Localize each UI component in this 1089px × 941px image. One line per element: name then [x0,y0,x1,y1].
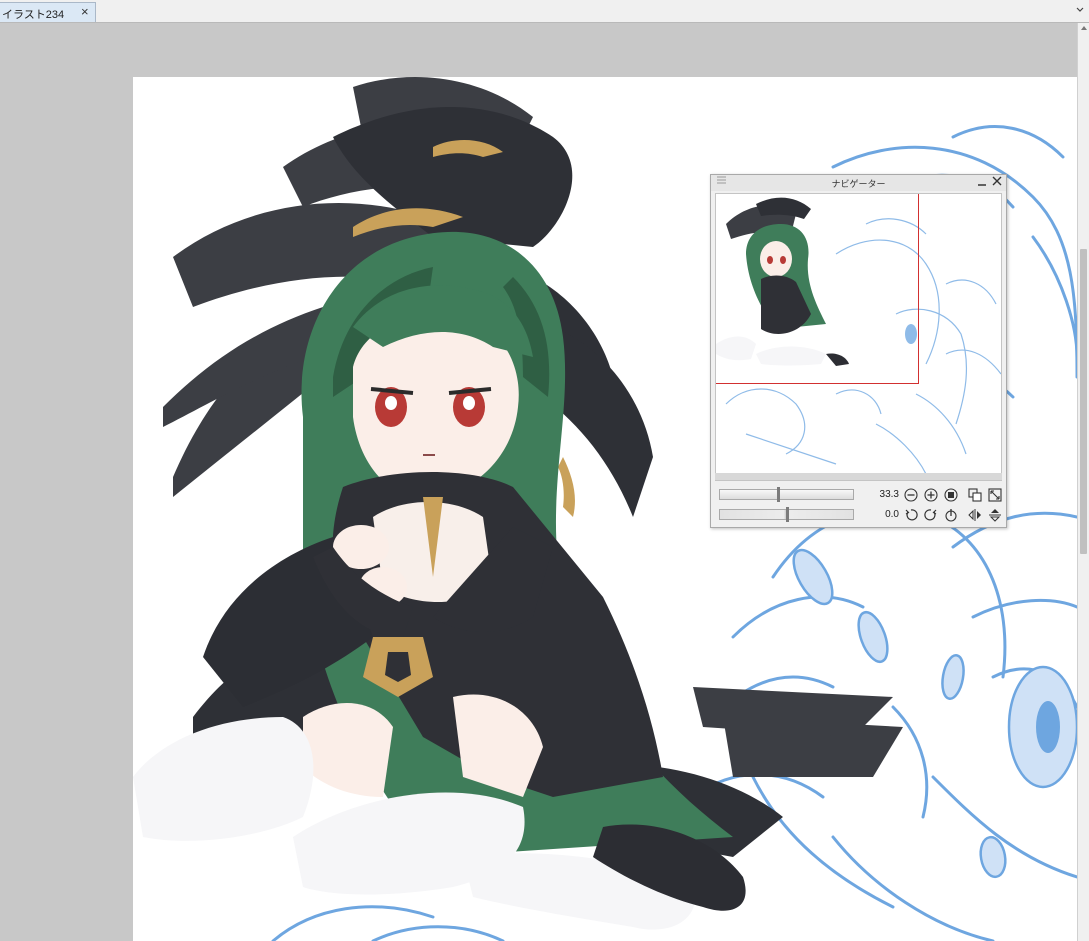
rotation-slider-handle[interactable] [786,507,789,522]
document-tab[interactable]: イラスト234 × [0,2,96,22]
zoom-value: 33.3 [879,489,899,500]
zoom-slider[interactable] [719,487,854,502]
zoom-out-icon[interactable] [903,487,918,502]
close-icon[interactable]: × [81,4,89,20]
document-tab-label: イラスト234 [2,9,65,21]
zoom-in-icon[interactable] [923,487,938,502]
rotate-left-icon[interactable] [903,507,918,522]
flip-horizontal-icon[interactable] [967,507,982,522]
navigator-titlebar[interactable]: ナビゲーター [711,175,1006,191]
chevron-down-icon[interactable] [1073,3,1087,19]
scroll-thumb[interactable] [1080,249,1087,554]
navigator-preview[interactable] [715,193,1002,481]
rotation-slider[interactable] [719,507,854,522]
navigator-title: ナビゲーター [831,179,886,189]
scroll-up-icon[interactable] [1079,25,1089,35]
stop-icon[interactable] [943,487,958,502]
reset-rotation-icon[interactable] [943,507,958,522]
expand-icon[interactable] [987,487,1002,502]
minimize-icon[interactable] [977,175,987,190]
flip-vertical-icon[interactable] [987,507,1002,522]
document-tab-bar: イラスト234 × [0,0,1089,23]
navigator-palette: ナビゲーター 33.3 0.0 [710,174,1007,528]
navigator-scrollbar[interactable] [715,473,1002,480]
view-area-frame[interactable] [716,194,919,384]
vertical-scrollbar[interactable] [1077,23,1089,941]
rotation-value: 0.0 [885,509,899,520]
rotate-right-icon[interactable] [923,507,938,522]
zoom-row: 33.3 [719,487,1004,503]
close-icon[interactable] [992,175,1002,190]
rotation-row: 0.0 [719,507,1004,523]
fit-to-window-icon[interactable] [967,487,982,502]
zoom-slider-handle[interactable] [777,487,780,502]
